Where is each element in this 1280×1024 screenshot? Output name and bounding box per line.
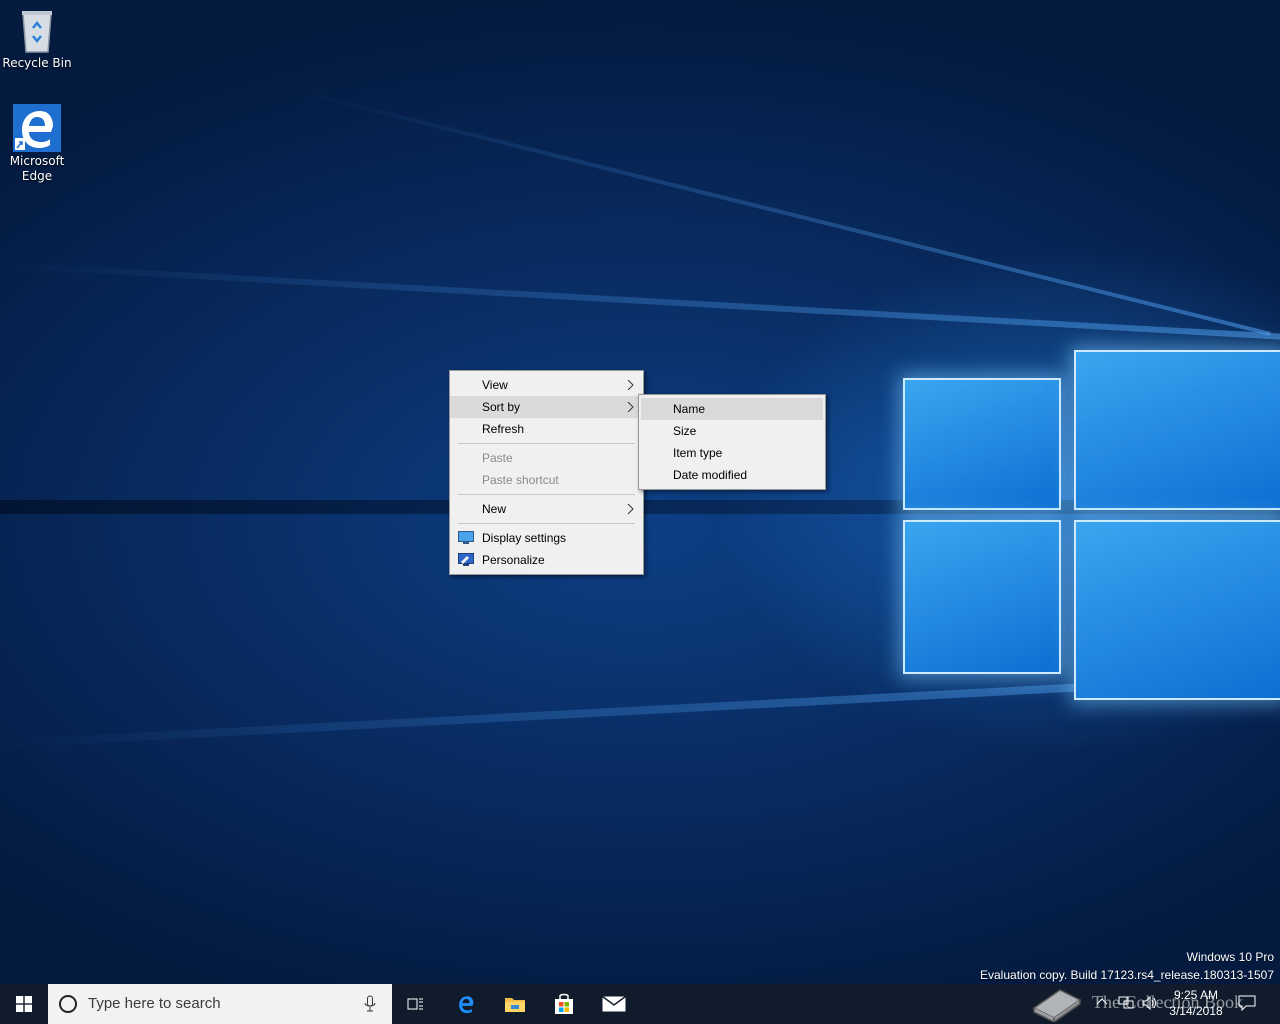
light-beam <box>299 90 1271 336</box>
sort-by-name[interactable]: Name <box>641 398 823 420</box>
menu-separator <box>458 523 635 524</box>
menu-item-label: Personalize <box>482 553 545 567</box>
windows-logo-icon <box>16 996 32 1012</box>
task-view-button[interactable] <box>392 984 440 1024</box>
search-box[interactable]: Type here to search <box>48 984 392 1024</box>
taskbar-edge-button[interactable] <box>442 984 490 1024</box>
recycle-bin-icon <box>22 11 52 53</box>
menu-item-label: Paste <box>482 451 513 465</box>
search-placeholder: Type here to search <box>88 995 221 1012</box>
menu-item-personalize[interactable]: Personalize <box>450 549 643 571</box>
microphone-icon[interactable] <box>364 995 376 1013</box>
menu-separator <box>458 494 635 495</box>
menu-item-view[interactable]: View <box>450 374 643 396</box>
desktop-context-menu: View Sort by Refresh Paste Paste shortcu… <box>449 370 644 575</box>
menu-item-label: Date modified <box>673 468 748 482</box>
brand-text: The Collection Book <box>1092 991 1243 1012</box>
chevron-right-icon <box>627 380 634 390</box>
task-view-icon <box>407 998 423 1010</box>
menu-item-label: Size <box>673 424 697 438</box>
menu-item-label: View <box>482 378 508 392</box>
menu-item-sort-by[interactable]: Sort by <box>450 396 643 418</box>
brand-watermark: The Collection Book <box>1030 980 1243 1024</box>
sort-by-size[interactable]: Size <box>641 420 823 442</box>
menu-item-paste: Paste <box>450 447 643 469</box>
menu-item-label: Refresh <box>482 422 525 436</box>
menu-separator <box>458 443 635 444</box>
recycle-bin-shortcut[interactable]: Recycle Bin <box>0 8 74 71</box>
sort-by-date-modified[interactable]: Date modified <box>641 464 823 486</box>
taskbar-file-explorer-button[interactable] <box>491 984 539 1024</box>
menu-item-label: Display settings <box>482 531 567 545</box>
logo-pane-top-right <box>1074 350 1280 510</box>
store-icon <box>555 993 573 1014</box>
edge-icon <box>459 996 474 1014</box>
menu-item-new[interactable]: New <box>450 498 643 520</box>
sort-by-submenu: Name Size Item type Date modified <box>638 394 826 490</box>
edge-icon <box>13 104 61 152</box>
book-logo-icon <box>1032 989 1082 1022</box>
logo-pane-bottom-left <box>903 520 1061 674</box>
menu-item-display-settings[interactable]: Display settings <box>450 527 643 549</box>
recycle-bin-label: Recycle Bin <box>2 56 72 70</box>
windows-edition-watermark: Windows 10 Pro <box>1186 950 1274 964</box>
display-icon <box>458 531 474 544</box>
menu-item-label: Sort by <box>482 400 521 414</box>
menu-item-paste-shortcut: Paste shortcut <box>450 469 643 491</box>
edge-shortcut[interactable]: Microsoft Edge <box>0 104 74 184</box>
taskbar-mail-button[interactable] <box>590 984 638 1024</box>
sort-by-item-type[interactable]: Item type <box>641 442 823 464</box>
menu-item-label: Item type <box>673 446 723 460</box>
menu-item-label: Paste shortcut <box>482 473 559 487</box>
menu-item-refresh[interactable]: Refresh <box>450 418 643 440</box>
start-button[interactable] <box>0 984 48 1024</box>
taskbar-store-button[interactable] <box>540 984 588 1024</box>
logo-pane-bottom-right <box>1074 520 1280 700</box>
light-beam <box>0 262 1280 341</box>
chevron-right-icon <box>627 402 634 412</box>
cortana-icon <box>59 995 77 1013</box>
menu-item-label: Name <box>673 402 706 416</box>
personalize-icon <box>458 553 474 566</box>
desktop[interactable]: Recycle Bin Microsoft Edge View Sort by … <box>0 0 1280 984</box>
logo-pane-top-left <box>903 378 1061 510</box>
file-explorer-icon <box>505 998 525 1012</box>
mail-icon <box>602 996 626 1012</box>
chevron-right-icon <box>627 504 634 514</box>
edge-label: Microsoft Edge <box>9 154 65 183</box>
menu-item-label: New <box>482 502 507 516</box>
